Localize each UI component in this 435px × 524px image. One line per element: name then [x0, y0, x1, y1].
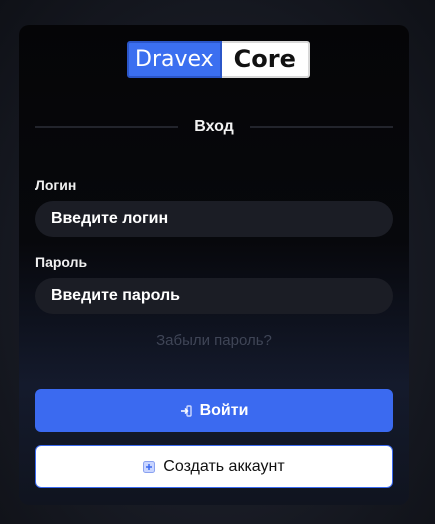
create-account-button[interactable]: Создать аккаунт [35, 445, 393, 488]
login-card: Dravex Core Вход Логин Пароль Забыли пар… [19, 25, 409, 505]
password-input[interactable] [35, 278, 393, 314]
login-label: Логин [35, 177, 77, 193]
create-account-label: Создать аккаунт [163, 457, 285, 475]
brand-logo: Dravex Core [127, 41, 310, 78]
logo-part-2: Core [221, 41, 310, 78]
plus-square-icon [143, 460, 156, 473]
form-title-row: Вход [35, 118, 393, 136]
login-icon [180, 404, 192, 417]
forgot-password-link[interactable]: Забыли пароль? [19, 332, 409, 349]
form-title: Вход [194, 118, 234, 135]
divider-right [249, 126, 393, 128]
password-label: Пароль [35, 254, 88, 270]
login-input[interactable] [35, 201, 393, 237]
logo-part-1: Dravex [127, 41, 222, 78]
login-button-label: Войти [199, 401, 249, 419]
login-button[interactable]: Войти [35, 389, 393, 432]
divider-left [35, 126, 179, 128]
